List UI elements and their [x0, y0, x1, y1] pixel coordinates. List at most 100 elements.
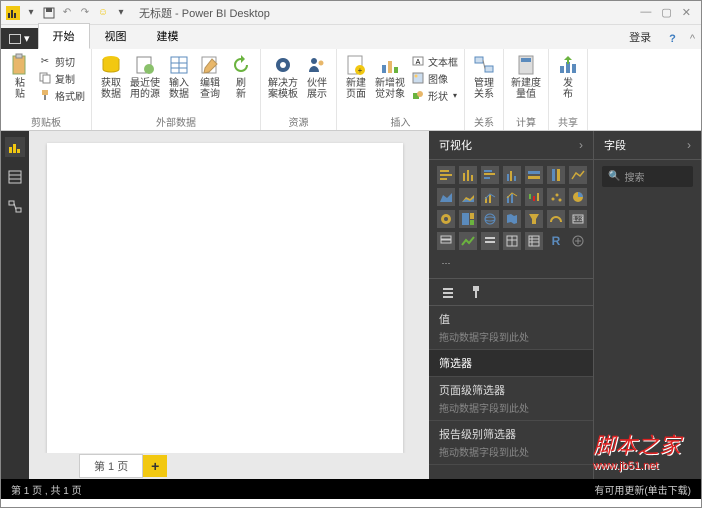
- group-relations: 管理关系 关系: [465, 49, 504, 130]
- status-page-info: 第 1 页 , 共 1 页: [11, 482, 82, 497]
- refresh-button[interactable]: 刷新: [226, 51, 256, 102]
- viz-combo-icon[interactable]: [481, 188, 499, 206]
- viz-table-icon[interactable]: [503, 232, 521, 250]
- viz-import-icon[interactable]: [569, 232, 587, 250]
- recent-sources-button[interactable]: 最近使用的源: [127, 51, 163, 102]
- viz-pie-icon[interactable]: [569, 188, 587, 206]
- viz-clustered-column-icon[interactable]: [503, 166, 521, 184]
- file-tab[interactable]: ▾: [1, 28, 38, 49]
- viz-clustered-bar-icon[interactable]: [481, 166, 499, 184]
- shapes-button[interactable]: 形状▾: [411, 87, 458, 103]
- close-button[interactable]: ✕: [682, 6, 691, 19]
- qat-dropdown-icon[interactable]: ▾: [23, 5, 39, 21]
- viz-matrix-icon[interactable]: [525, 232, 543, 250]
- tab-start[interactable]: 开始: [38, 23, 90, 49]
- fields-mode-icon[interactable]: [439, 283, 457, 301]
- page-filters-well[interactable]: 页面级筛选器 拖动数据字段到此处: [429, 377, 593, 421]
- tab-view[interactable]: 视图: [90, 23, 142, 49]
- values-well[interactable]: 值 拖动数据字段到此处: [429, 306, 593, 350]
- minimize-button[interactable]: —: [640, 6, 651, 19]
- values-hint: 拖动数据字段到此处: [439, 329, 583, 344]
- textbox-icon: A: [411, 54, 425, 68]
- viz-more-icon[interactable]: ⋯: [437, 254, 455, 272]
- collapse-ribbon-icon[interactable]: ^: [684, 29, 701, 49]
- viz-map-icon[interactable]: [481, 210, 499, 228]
- qat-more-icon[interactable]: ▾: [113, 5, 129, 21]
- viz-multicard-icon[interactable]: [437, 232, 455, 250]
- viz-area-icon[interactable]: [437, 188, 455, 206]
- textbox-button[interactable]: A文本框: [411, 53, 458, 69]
- solution-templates-button[interactable]: 解决方案模板: [265, 51, 301, 102]
- work-area: 第 1 页 + 可视化 ›: [1, 131, 701, 479]
- undo-icon[interactable]: ↶: [59, 5, 75, 21]
- viz-scatter-icon[interactable]: [547, 188, 565, 206]
- manage-relations-button[interactable]: 管理关系: [469, 51, 499, 102]
- group-label-clipboard: 剪贴板: [31, 113, 61, 129]
- viz-donut-icon[interactable]: [437, 210, 455, 228]
- format-painter-button[interactable]: 格式刷: [38, 87, 85, 103]
- viz-stacked-area-icon[interactable]: [459, 188, 477, 206]
- svg-text:123: 123: [573, 217, 584, 223]
- viz-line-icon[interactable]: [569, 166, 587, 184]
- format-mode-icon[interactable]: [467, 283, 485, 301]
- visualizations-pane: 可视化 › 123: [429, 131, 593, 479]
- viz-treemap-icon[interactable]: [459, 210, 477, 228]
- viz-kpi-icon[interactable]: [459, 232, 477, 250]
- fields-pane: 字段 › 🔍 搜索: [593, 131, 701, 479]
- new-page-button[interactable]: +新建页面: [341, 51, 371, 102]
- viz-waterfall-icon[interactable]: [525, 188, 543, 206]
- svg-text:+: +: [358, 66, 363, 75]
- title-bar: ▾ ↶ ↷ ☺ ▾ 无标题 - Power BI Desktop — ▢ ✕: [1, 1, 701, 25]
- cut-button[interactable]: ✂剪切: [38, 53, 85, 69]
- viz-r-icon[interactable]: R: [547, 232, 565, 250]
- image-button[interactable]: 图像: [411, 70, 458, 86]
- redo-icon[interactable]: ↷: [77, 5, 93, 21]
- edit-queries-button[interactable]: 编辑查询: [195, 51, 225, 102]
- nav-report-view[interactable]: [5, 137, 25, 157]
- enter-data-button[interactable]: 输入数据: [164, 51, 194, 102]
- app-icon: [5, 5, 21, 21]
- viz-combo2-icon[interactable]: [503, 188, 521, 206]
- get-data-button[interactable]: 获取数据: [96, 51, 126, 102]
- viz-gauge-icon[interactable]: [547, 210, 565, 228]
- partner-showcase-button[interactable]: 伙伴展示: [302, 51, 332, 102]
- relations-icon: [472, 53, 496, 77]
- viz-100-column-icon[interactable]: [547, 166, 565, 184]
- login-button[interactable]: 登录: [619, 25, 661, 49]
- copy-button[interactable]: 复制: [38, 70, 85, 86]
- new-measure-button[interactable]: 新建度量值: [508, 51, 544, 102]
- fields-search[interactable]: 🔍 搜索: [602, 166, 693, 187]
- nav-data-view[interactable]: [5, 167, 25, 187]
- quick-access-toolbar: ▾ ↶ ↷ ☺ ▾: [1, 5, 133, 21]
- paste-button[interactable]: 粘贴: [5, 51, 35, 102]
- viz-funnel-icon[interactable]: [525, 210, 543, 228]
- new-visual-button[interactable]: 新增视觉对象: [372, 51, 408, 102]
- window-title: 无标题 - Power BI Desktop: [133, 5, 630, 21]
- shapes-icon: [411, 88, 425, 102]
- group-insert: +新建页面 新增视觉对象 A文本框 图像 形状▾ 插入: [337, 49, 465, 130]
- viz-slicer-icon[interactable]: [481, 232, 499, 250]
- tab-modeling[interactable]: 建模: [142, 23, 194, 49]
- new-page-icon: +: [344, 53, 368, 77]
- smiley-icon[interactable]: ☺: [95, 5, 111, 21]
- fields-pane-header[interactable]: 字段 ›: [594, 131, 701, 160]
- viz-100-bar-icon[interactable]: [525, 166, 543, 184]
- group-clipboard: 粘贴 ✂剪切 复制 格式刷 剪贴板: [1, 49, 92, 130]
- add-page-button[interactable]: +: [143, 455, 167, 477]
- report-canvas[interactable]: [47, 143, 403, 453]
- group-label-external: 外部数据: [156, 113, 196, 129]
- nav-model-view[interactable]: [5, 197, 25, 217]
- viz-filled-map-icon[interactable]: [503, 210, 521, 228]
- viz-pane-header[interactable]: 可视化 ›: [429, 131, 593, 160]
- status-update-link[interactable]: 有可用更新(单击下载): [594, 482, 691, 497]
- viz-stacked-bar-icon[interactable]: [437, 166, 455, 184]
- report-filters-well[interactable]: 报告级别筛选器 拖动数据字段到此处: [429, 421, 593, 465]
- publish-button[interactable]: 发布: [553, 51, 583, 102]
- group-label-insert: 插入: [391, 113, 411, 129]
- save-icon[interactable]: [41, 5, 57, 21]
- help-icon[interactable]: ?: [661, 29, 684, 49]
- maximize-button[interactable]: ▢: [661, 6, 671, 19]
- page-tab-1[interactable]: 第 1 页: [79, 454, 143, 478]
- viz-card-icon[interactable]: 123: [569, 210, 587, 228]
- viz-stacked-column-icon[interactable]: [459, 166, 477, 184]
